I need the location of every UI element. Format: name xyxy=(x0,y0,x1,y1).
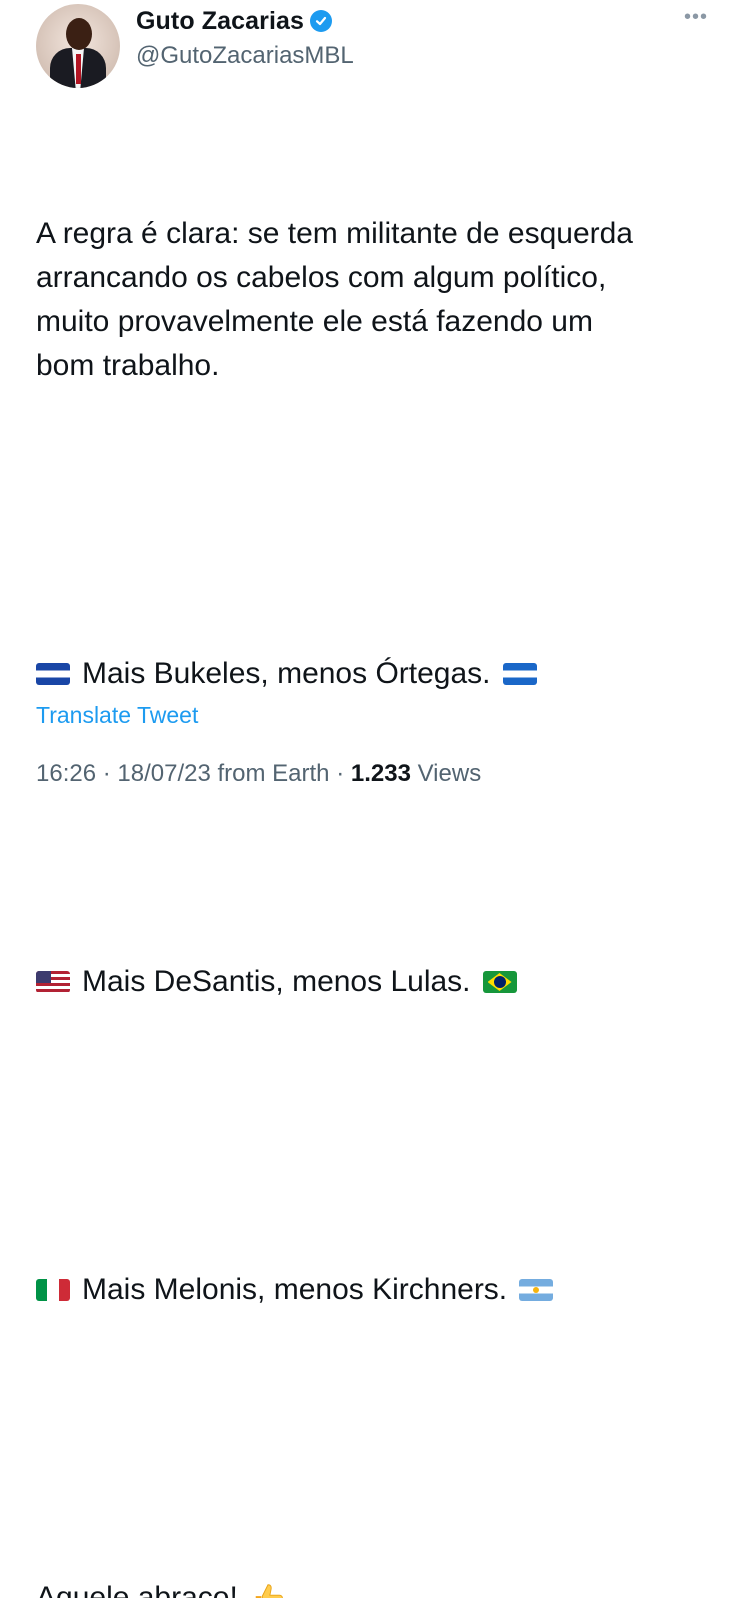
argentina-flag-icon xyxy=(519,1279,554,1301)
translate-tweet-link[interactable]: Translate Tweet xyxy=(36,702,198,729)
views-count: 1.233 xyxy=(350,760,411,787)
verified-badge-icon[interactable] xyxy=(310,10,333,32)
tweet-line-3: Mais Melonis, menos Kirchners. xyxy=(36,1268,706,1312)
brazil-flag-icon xyxy=(482,971,517,993)
meta-separator: · xyxy=(102,760,118,787)
tweet-line-text: Mais Bukeles, menos Órtegas. xyxy=(82,657,491,690)
thumbs-up-icon xyxy=(250,1580,286,1598)
tweet-time[interactable]: 16:26 xyxy=(36,760,96,787)
tweet-line-text: Mais DeSantis, menos Lulas. xyxy=(82,965,471,998)
tweet-closing-text: Aquele abraço! xyxy=(36,1581,238,1598)
usa-flag-icon xyxy=(36,971,70,993)
nicaragua-flag-icon xyxy=(502,663,537,685)
tweet-body: A regra é clara: se tem militante de esq… xyxy=(36,124,706,1598)
tweet-line-1: Mais Bukeles, menos Órtegas. xyxy=(36,652,706,696)
tweet-header: Guto Zacarias @GutoZacariasMBL ••• xyxy=(36,0,716,90)
author-name[interactable]: Guto Zacarias xyxy=(136,7,304,36)
tweet-closing: Aquele abraço! xyxy=(36,1576,706,1598)
tweet-line-2: Mais DeSantis, menos Lulas. xyxy=(36,960,706,1004)
tweet-line-text: Mais Melonis, menos Kirchners. xyxy=(82,1273,508,1306)
tweet-meta: 16:26 · 18/07/23 from Earth · 1.233 View… xyxy=(36,760,481,788)
el-salvador-flag-icon xyxy=(36,663,70,685)
tweet-intro: A regra é clara: se tem militante de esq… xyxy=(36,217,633,382)
author-handle[interactable]: @GutoZacariasMBL xyxy=(136,42,354,70)
more-options-icon[interactable]: ••• xyxy=(684,6,708,29)
views-label: Views xyxy=(417,760,482,787)
tweet-date[interactable]: 18/07/23 xyxy=(117,760,210,787)
meta-separator: · xyxy=(336,760,351,787)
author-name-row: Guto Zacarias xyxy=(136,6,333,36)
italy-flag-icon xyxy=(36,1279,70,1301)
tweet-source: from Earth xyxy=(217,760,330,787)
avatar[interactable] xyxy=(36,4,120,88)
